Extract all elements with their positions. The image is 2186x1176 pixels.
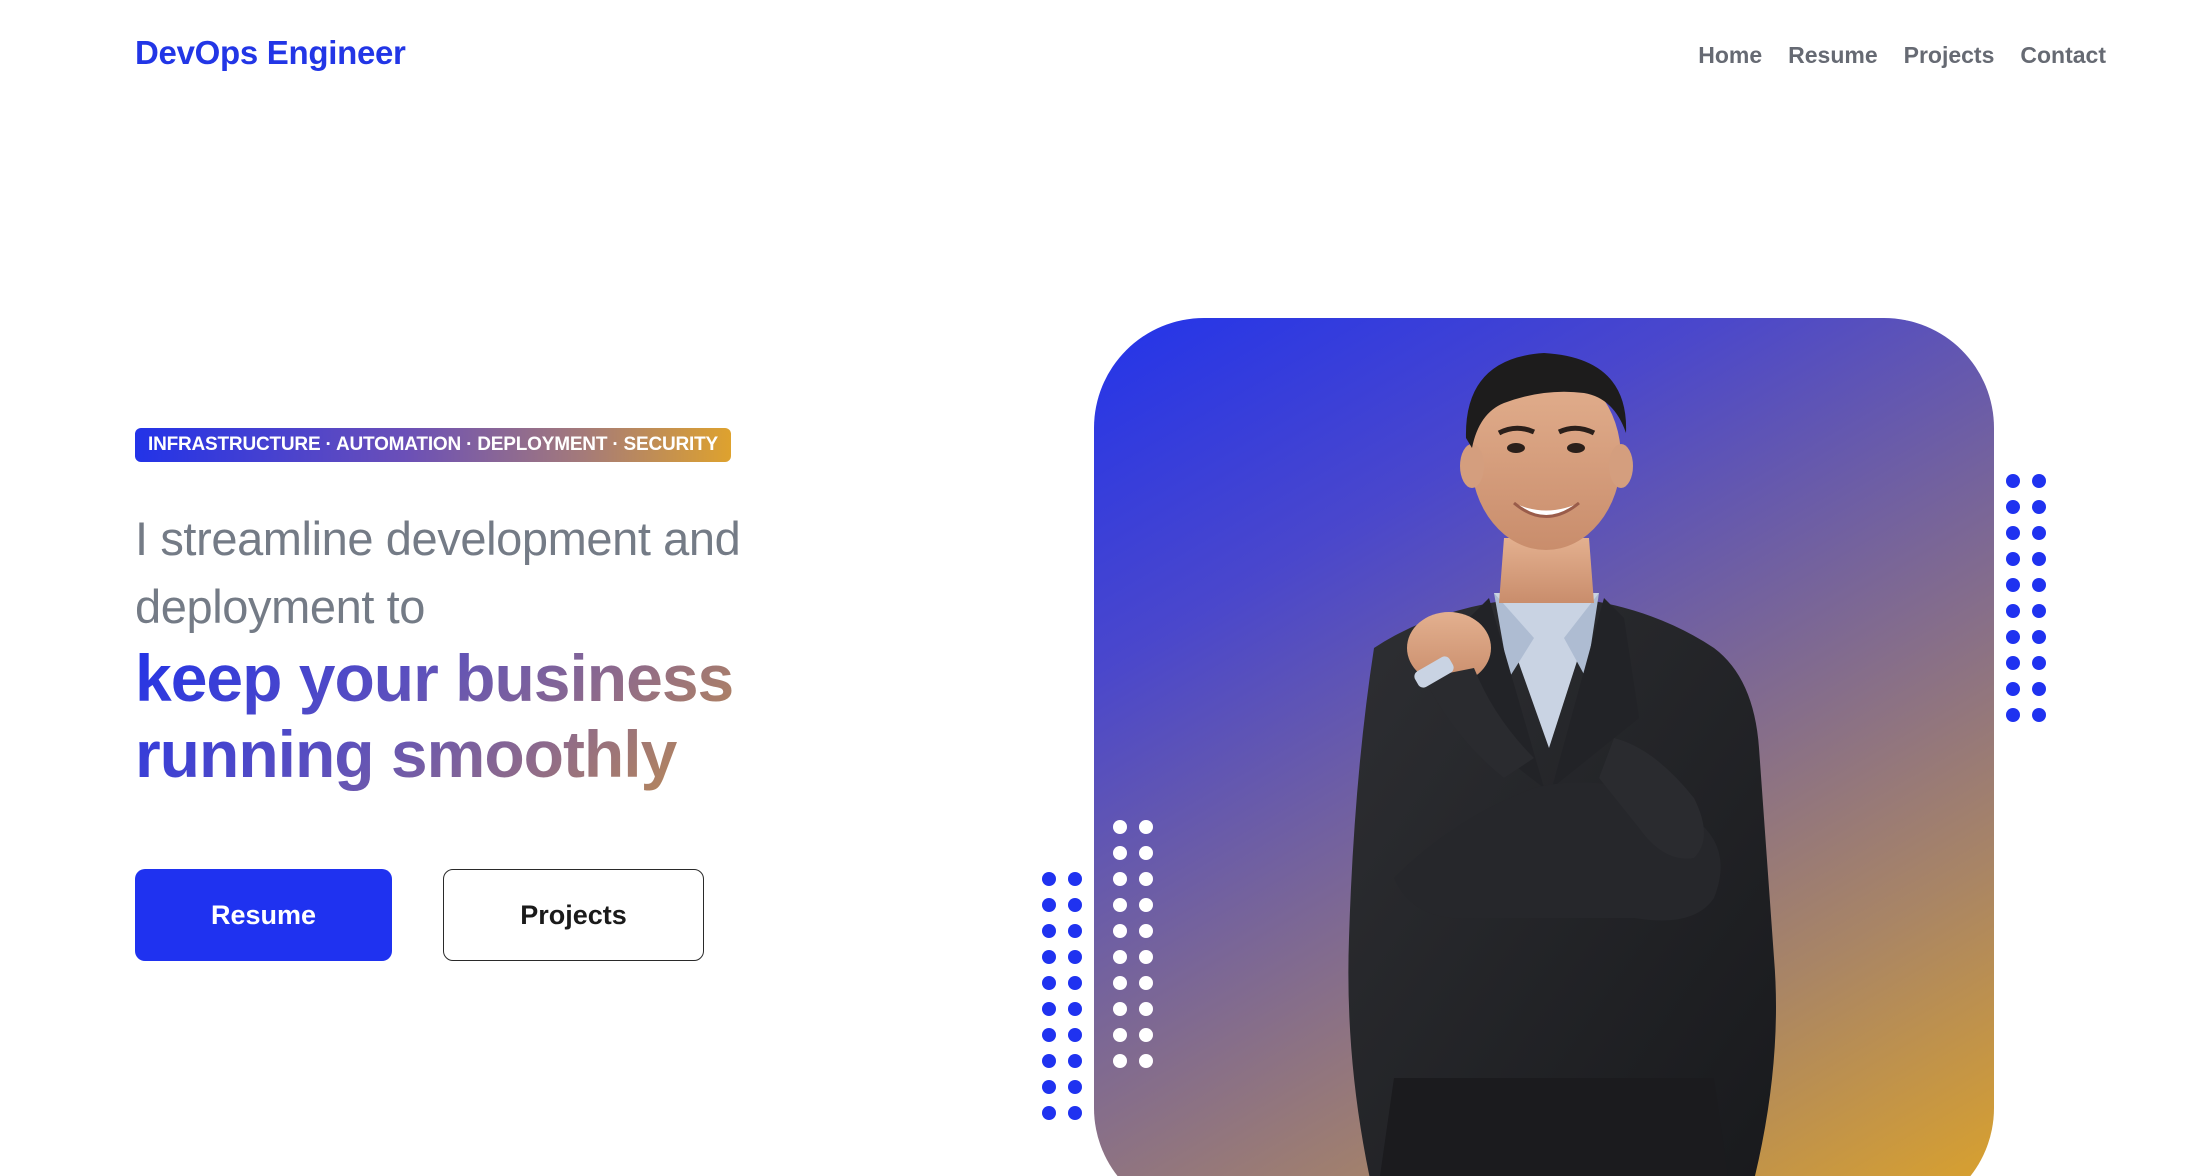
- dot: [2006, 604, 2020, 618]
- dot: [1042, 1080, 1056, 1094]
- resume-button[interactable]: Resume: [135, 869, 392, 961]
- dot: [2006, 500, 2020, 514]
- dot: [2006, 682, 2020, 696]
- dot: [1113, 1028, 1127, 1042]
- dot: [1068, 950, 1082, 964]
- dot: [1139, 950, 1153, 964]
- hero-headline: keep your business running smoothly: [135, 640, 855, 792]
- nav-contact-link[interactable]: Contact: [2020, 42, 2106, 69]
- dot: [1139, 846, 1153, 860]
- dot: [1113, 820, 1127, 834]
- dot: [1042, 1028, 1056, 1042]
- dot: [1068, 872, 1082, 886]
- dot: [2032, 630, 2046, 644]
- dot: [2006, 708, 2020, 722]
- dot: [2006, 656, 2020, 670]
- projects-button[interactable]: Projects: [443, 869, 704, 961]
- landing-page: DevOps Engineer Home Resume Projects Con…: [0, 0, 2186, 1176]
- dot: [1042, 1002, 1056, 1016]
- dot: [1042, 950, 1056, 964]
- dot: [2006, 578, 2020, 592]
- dot: [1113, 1054, 1127, 1068]
- dot: [1113, 950, 1127, 964]
- dot: [1113, 872, 1127, 886]
- dot: [2032, 552, 2046, 566]
- dot: [2006, 630, 2020, 644]
- dot: [1068, 924, 1082, 938]
- dot: [1113, 1002, 1127, 1016]
- dot: [1113, 976, 1127, 990]
- dot: [2032, 474, 2046, 488]
- white-dots-bottom-left: [1113, 820, 1165, 1080]
- dot: [2032, 682, 2046, 696]
- dot: [1042, 1106, 1056, 1120]
- dot: [1139, 1054, 1153, 1068]
- dot: [1139, 976, 1153, 990]
- dot: [1139, 820, 1153, 834]
- main-nav: Home Resume Projects Contact: [1698, 42, 2106, 69]
- dot: [1068, 1028, 1082, 1042]
- dot: [1042, 976, 1056, 990]
- dot: [1042, 1054, 1056, 1068]
- dot: [2006, 552, 2020, 566]
- dot: [1068, 1080, 1082, 1094]
- dot: [1068, 1054, 1082, 1068]
- dot: [1139, 898, 1153, 912]
- dot: [1042, 872, 1056, 886]
- nav-resume-link[interactable]: Resume: [1788, 42, 1877, 69]
- blue-dots-right: [2006, 474, 2058, 734]
- dot: [1113, 898, 1127, 912]
- dot: [2032, 578, 2046, 592]
- dot: [2032, 604, 2046, 618]
- dot: [2006, 474, 2020, 488]
- dot: [2032, 708, 2046, 722]
- hero-lead-text: I streamline development and deployment …: [135, 512, 741, 633]
- dot: [2032, 526, 2046, 540]
- dot: [1139, 1028, 1153, 1042]
- dot: [1068, 1002, 1082, 1016]
- dot: [1139, 872, 1153, 886]
- skills-tagline-badge: INFRASTRUCTURE · AUTOMATION · DEPLOYMENT…: [135, 428, 731, 462]
- dot: [1068, 1106, 1082, 1120]
- dot: [1042, 924, 1056, 938]
- portrait-card: [1094, 318, 1994, 1176]
- dot: [1139, 1002, 1153, 1016]
- nav-home-link[interactable]: Home: [1698, 42, 1762, 69]
- brand-logo-link[interactable]: DevOps Engineer: [135, 34, 406, 72]
- dot: [1113, 924, 1127, 938]
- dot: [1068, 898, 1082, 912]
- dot: [1139, 924, 1153, 938]
- dot: [1113, 846, 1127, 860]
- person-in-suit-photo: [1348, 353, 1776, 1176]
- dot: [2006, 526, 2020, 540]
- dot: [1042, 898, 1056, 912]
- dot: [2032, 500, 2046, 514]
- nav-projects-link[interactable]: Projects: [1904, 42, 1995, 69]
- dot: [1068, 976, 1082, 990]
- blue-dots-left: [1042, 872, 1094, 1132]
- dot: [2032, 656, 2046, 670]
